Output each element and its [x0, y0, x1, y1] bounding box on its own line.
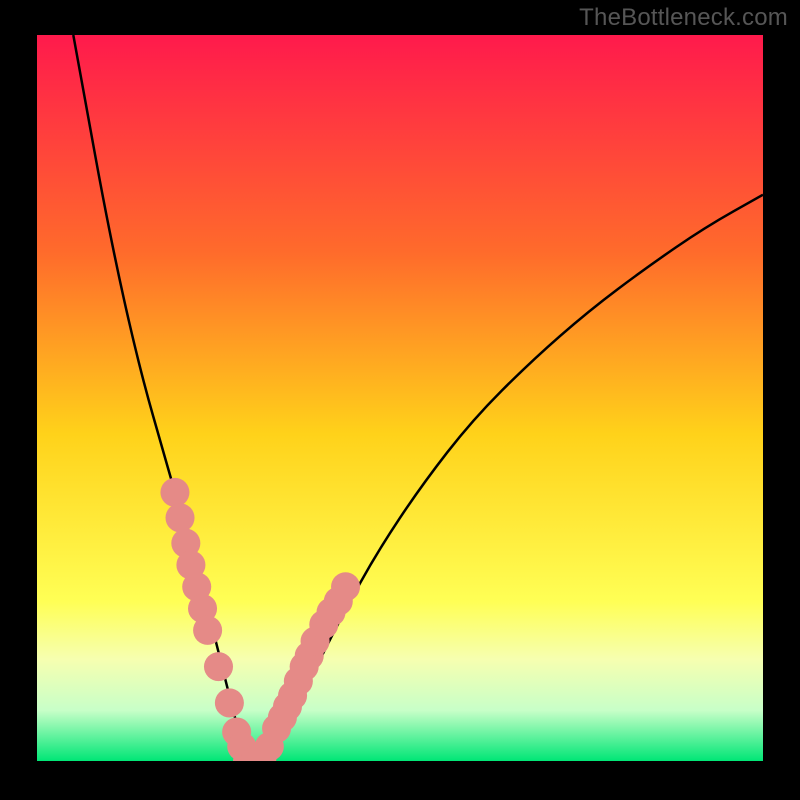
chart-background: [37, 35, 763, 761]
highlight-marker: [331, 572, 360, 601]
highlight-marker: [204, 652, 233, 681]
chart-frame: TheBottleneck.com: [0, 0, 800, 800]
highlight-marker: [215, 688, 244, 717]
chart-svg: [37, 35, 763, 761]
highlight-marker: [193, 616, 222, 645]
highlight-marker: [166, 503, 195, 532]
watermark-text: TheBottleneck.com: [579, 4, 788, 32]
plot-area: [37, 35, 763, 763]
highlight-marker: [160, 478, 189, 507]
